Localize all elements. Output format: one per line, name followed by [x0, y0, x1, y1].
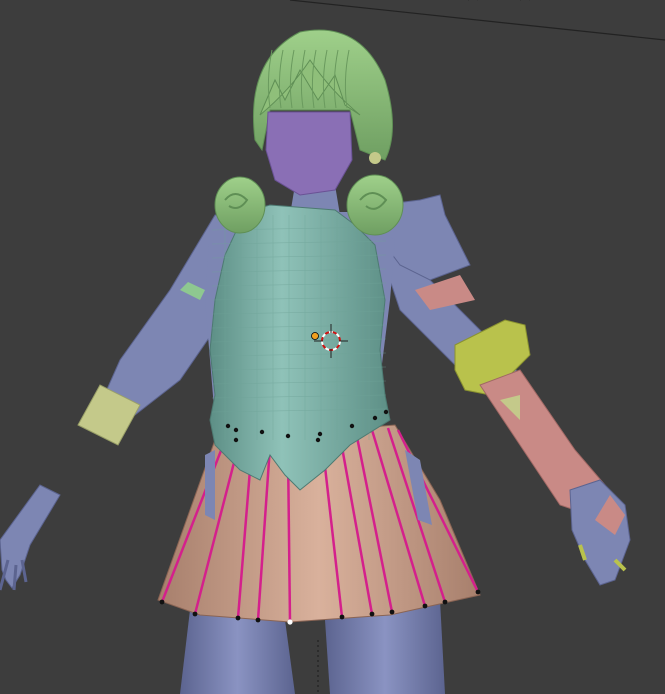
mesh-vertex	[315, 437, 321, 443]
mesh-vertex	[372, 415, 378, 421]
mesh-vertex	[339, 614, 345, 620]
mesh-vertex	[192, 611, 198, 617]
mesh-vertex	[225, 423, 231, 429]
mesh-vertex	[475, 589, 481, 595]
mesh-vertex	[255, 617, 261, 623]
mesh-vertex	[317, 431, 323, 437]
mesh-vertex	[235, 615, 241, 621]
mesh-vertex	[369, 611, 375, 617]
mesh-vertex	[159, 599, 165, 605]
mesh-vertex	[442, 599, 448, 605]
mesh-vertex	[383, 409, 389, 415]
detached-hand-left	[0, 484, 61, 591]
3d-viewport[interactable]	[0, 0, 665, 694]
mesh-vertex	[233, 437, 239, 443]
object-origin-dot	[311, 332, 319, 340]
mesh-vertex	[259, 429, 265, 435]
mesh-vertex	[349, 423, 355, 429]
mesh-vertex	[285, 433, 291, 439]
mesh-vertex	[233, 427, 239, 433]
active-vertex	[287, 619, 293, 625]
mesh-vertex	[389, 609, 395, 615]
mesh-vertex	[422, 603, 428, 609]
